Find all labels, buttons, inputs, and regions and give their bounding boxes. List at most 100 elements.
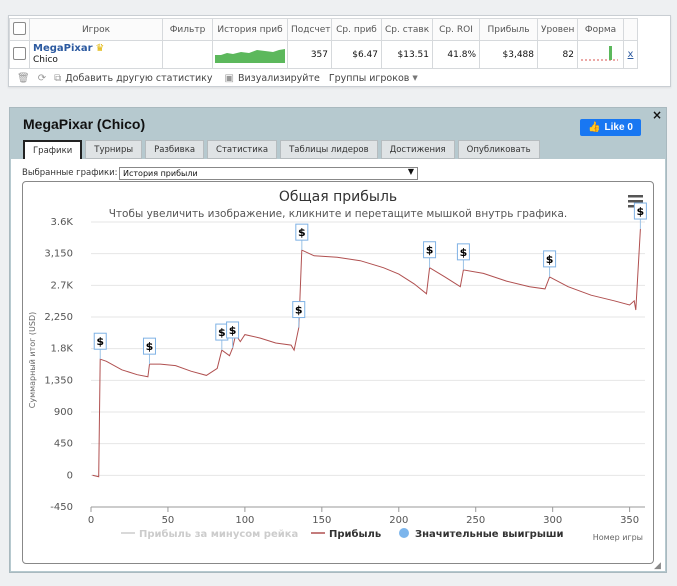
big-win-marker: $ <box>93 332 107 360</box>
tab-breakdown[interactable]: Разбивка <box>145 140 205 159</box>
y-tick-label: 2.7K <box>51 280 74 291</box>
big-win-marker: $ <box>456 243 470 270</box>
big-win-marker: $ <box>142 337 156 365</box>
column-header-history[interactable]: История приб <box>212 18 288 41</box>
y-tick-label: 2,250 <box>44 312 73 323</box>
column-header-player[interactable]: Игрок <box>29 18 163 41</box>
chart-title: Общая прибыль <box>279 189 397 205</box>
image-icon: ▣ <box>224 72 234 84</box>
count-cell: 357 <box>287 40 332 69</box>
big-win-marker: $ <box>215 323 229 351</box>
x-tick-label: 250 <box>466 515 485 526</box>
column-header-roi[interactable]: Ср. ROI <box>432 18 480 41</box>
y-tick-label: 3,150 <box>44 249 73 260</box>
legend-swatch-big-wins <box>399 528 409 538</box>
big-win-marker-label: $ <box>295 304 303 317</box>
facebook-like-button[interactable]: 👍 Like 0 <box>580 119 641 136</box>
big-win-marker-label: $ <box>146 340 154 353</box>
column-header-form[interactable]: Форма <box>577 18 624 41</box>
chart-select-value: История прибыли <box>123 169 198 178</box>
stats-toolbar: 🗑 ⟳ ⧉ Добавить другую статистику ▣ Визуа… <box>17 69 418 87</box>
tab-leaderboards[interactable]: Таблицы лидеров <box>280 140 378 159</box>
column-header-level[interactable]: Уровен <box>537 18 578 41</box>
y-tick-label: 3.6K <box>51 217 74 228</box>
chart-select[interactable]: История прибыли ▼ <box>119 167 418 180</box>
crown-icon: ♛ <box>95 43 105 54</box>
chevron-down-icon: ▼ <box>412 74 418 82</box>
tab-achievements[interactable]: Достижения <box>380 140 455 159</box>
big-win-marker-label: $ <box>218 326 226 339</box>
y-tick-label: 450 <box>54 439 73 450</box>
big-win-marker-label: $ <box>229 324 237 337</box>
player-groups-label: Группы игроков <box>328 72 410 84</box>
x-tick-label: 350 <box>620 515 639 526</box>
big-win-marker: $ <box>292 301 306 328</box>
legend-label-profit: Прибыль <box>329 528 381 540</box>
y-tick-label: -450 <box>50 502 73 513</box>
big-win-marker-label: $ <box>637 205 645 218</box>
column-header-avg-stake[interactable]: Ср. ставк <box>381 18 433 41</box>
filter-cell[interactable] <box>162 40 213 69</box>
level-cell: 82 <box>537 40 578 69</box>
big-win-marker: $ <box>543 250 557 277</box>
chart-select-label: Выбранные графики: <box>22 168 118 178</box>
refresh-icon[interactable]: ⟳ <box>38 73 46 84</box>
chevron-down-icon: ▼ <box>407 167 414 176</box>
tab-charts[interactable]: Графики <box>23 140 83 161</box>
panel-title: MegaPixar (Chico) <box>23 116 146 132</box>
tab-statistics[interactable]: Статистика <box>207 140 278 159</box>
remove-link[interactable]: x <box>628 49 634 60</box>
big-win-marker: $ <box>633 202 647 230</box>
stats-panel: Игрок Фильтр История приб Подсчет Ср. пр… <box>8 15 671 87</box>
column-header-remove <box>623 18 638 41</box>
big-win-marker-label: $ <box>546 253 554 266</box>
like-label: Like 0 <box>604 122 633 133</box>
profit-series-line <box>92 228 641 478</box>
player-name-link[interactable]: MegaPixar <box>33 43 93 54</box>
x-axis-label: Номер игры <box>593 533 643 542</box>
marker-layer: $ $$ $$$$ $$$ <box>93 202 647 365</box>
profit-cell: $3,488 <box>479 40 538 69</box>
chart-subtitle: Чтобы увеличить изображение, кликните и … <box>109 208 568 220</box>
profit-chart[interactable]: Общая прибыль Чтобы увеличить изображени… <box>23 182 653 563</box>
x-tick-label: 50 <box>162 515 175 526</box>
legend-label-rake: Прибыль за минусом рейка <box>139 528 298 540</box>
form-chart <box>581 46 618 61</box>
player-cell: MegaPixar ♛ Chico <box>29 40 163 69</box>
y-tick-label: 0 <box>67 470 73 481</box>
big-win-marker: $ <box>226 321 240 348</box>
line-layer <box>92 228 641 478</box>
visualize-button[interactable]: Визуализируйте <box>238 73 320 84</box>
y-axis-label: Суммарный итог (USD) <box>28 312 37 409</box>
table-row: MegaPixar ♛ Chico 357 $6.47 $13.51 41.8%… <box>9 40 638 69</box>
copy-icon[interactable]: ⧉ <box>54 73 61 84</box>
form-bar <box>609 46 612 60</box>
remove-cell[interactable]: x <box>623 40 638 69</box>
tab-tournaments[interactable]: Турниры <box>85 140 143 159</box>
thumbs-up-icon: 👍 <box>588 122 601 133</box>
add-stat-button[interactable]: Добавить другую статистику <box>65 73 212 84</box>
big-win-marker-label: $ <box>460 246 468 259</box>
column-header-avg-profit[interactable]: Ср. приб <box>331 18 382 41</box>
select-all-header[interactable] <box>9 18 30 41</box>
chart-container[interactable]: Общая прибыль Чтобы увеличить изображени… <box>22 181 654 564</box>
chart-legend: Прибыль за минусом рейка Прибыль Значитель… <box>121 528 564 540</box>
menu-line-1 <box>628 195 643 198</box>
tab-publish[interactable]: Опубликовать <box>457 140 540 159</box>
big-win-marker: $ <box>295 223 309 251</box>
row-select-cell[interactable] <box>9 40 30 69</box>
x-tick-label: 0 <box>88 515 94 526</box>
sparkline-area <box>215 49 285 63</box>
select-all-checkbox[interactable] <box>13 21 26 35</box>
column-header-filter[interactable]: Фильтр <box>162 18 213 41</box>
resize-handle-icon[interactable]: ◢ <box>654 561 661 571</box>
tab-content: Выбранные графики: История прибыли ▼ Общ… <box>11 159 665 571</box>
player-groups-dropdown[interactable]: Группы игроков ▼ <box>329 73 418 84</box>
form-cell <box>577 40 624 69</box>
close-icon[interactable]: × <box>652 108 662 122</box>
trash-icon[interactable]: 🗑 <box>17 73 30 84</box>
row-checkbox[interactable] <box>13 46 26 60</box>
column-header-count[interactable]: Подсчет <box>287 18 332 41</box>
column-header-profit[interactable]: Прибыль <box>479 18 538 41</box>
site-name: Chico <box>33 55 58 65</box>
